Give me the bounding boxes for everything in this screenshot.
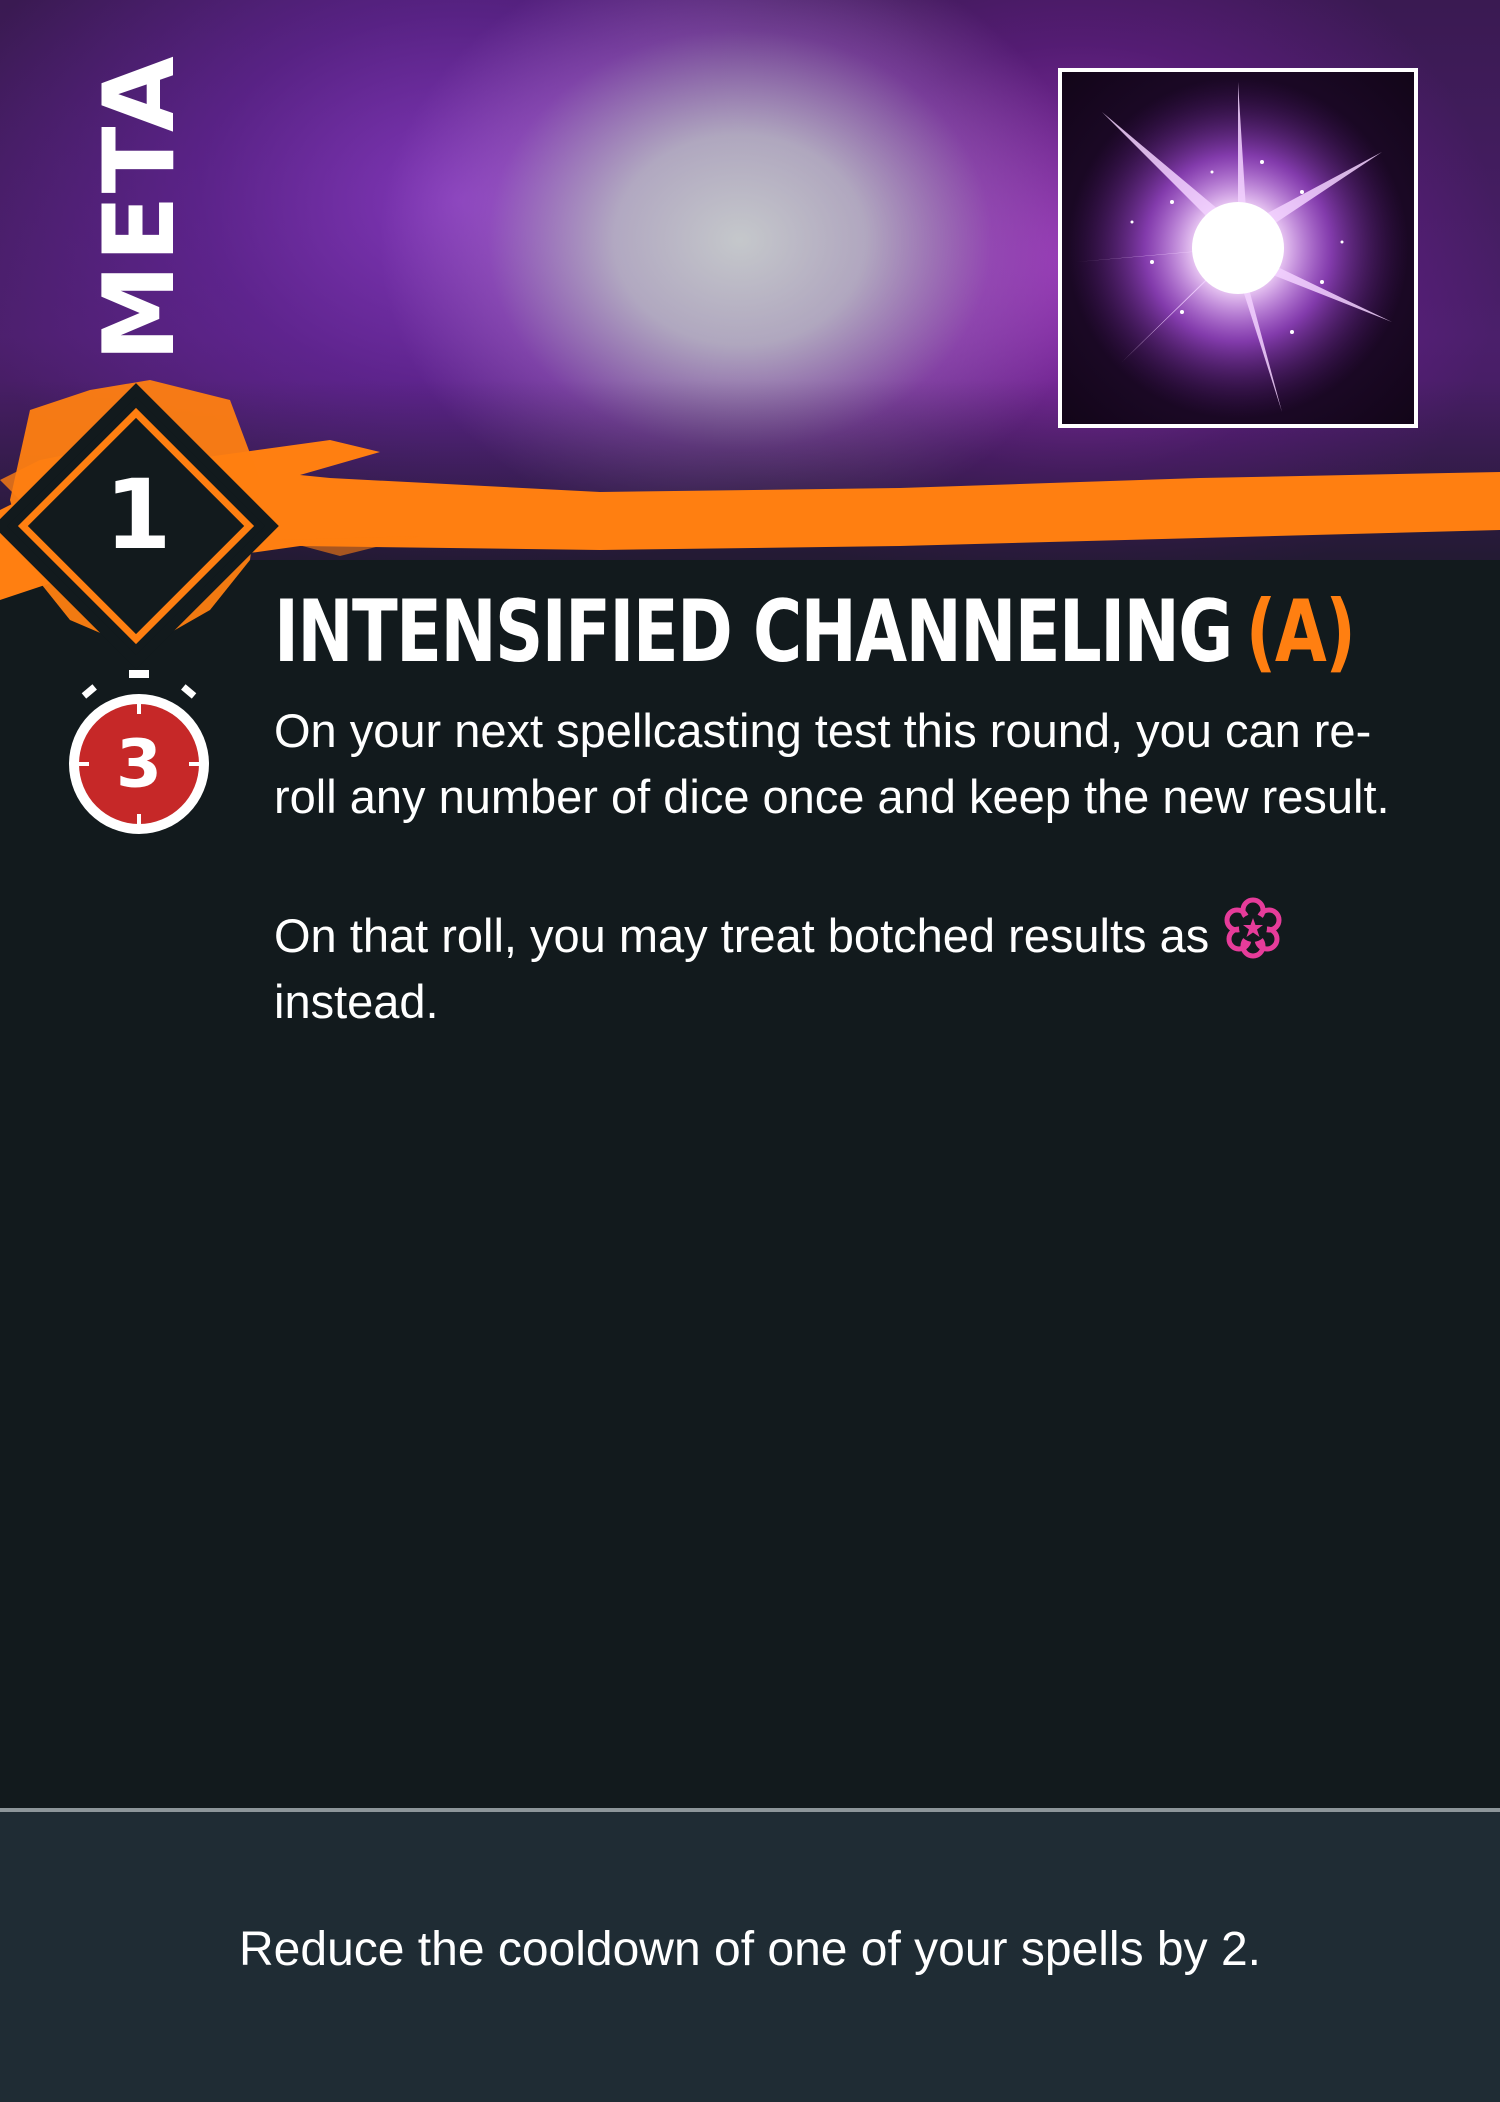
card-description: On your next spellcasting test this roun…: [274, 698, 1414, 1101]
level-number: 1: [104, 459, 172, 571]
description-paragraph-1: On your next spellcasting test this roun…: [274, 704, 1390, 823]
category-label: META: [83, 54, 197, 362]
card-title-text: INTENSIFIED CHANNELING: [274, 582, 1233, 682]
description-paragraph-2-start: On that roll, you may treat botched resu…: [274, 909, 1210, 962]
card-title: INTENSIFIED CHANNELING (A): [274, 582, 1356, 682]
description-paragraph-2-end: instead.: [274, 975, 439, 1028]
spell-card: META 1 3 INTENSIFIED CHANNELING (A) On y…: [0, 0, 1500, 2102]
cooldown-number: 3: [116, 725, 162, 803]
card-footer: Reduce the cooldown of one of your spell…: [0, 1808, 1500, 2102]
success-symbol-icon: [1224, 897, 1282, 959]
footer-text: Reduce the cooldown of one of your spell…: [239, 1923, 1261, 1976]
action-tag: (A): [1245, 582, 1356, 682]
description-paragraph-2: On that roll, you may treat botched resu…: [274, 896, 1414, 1035]
